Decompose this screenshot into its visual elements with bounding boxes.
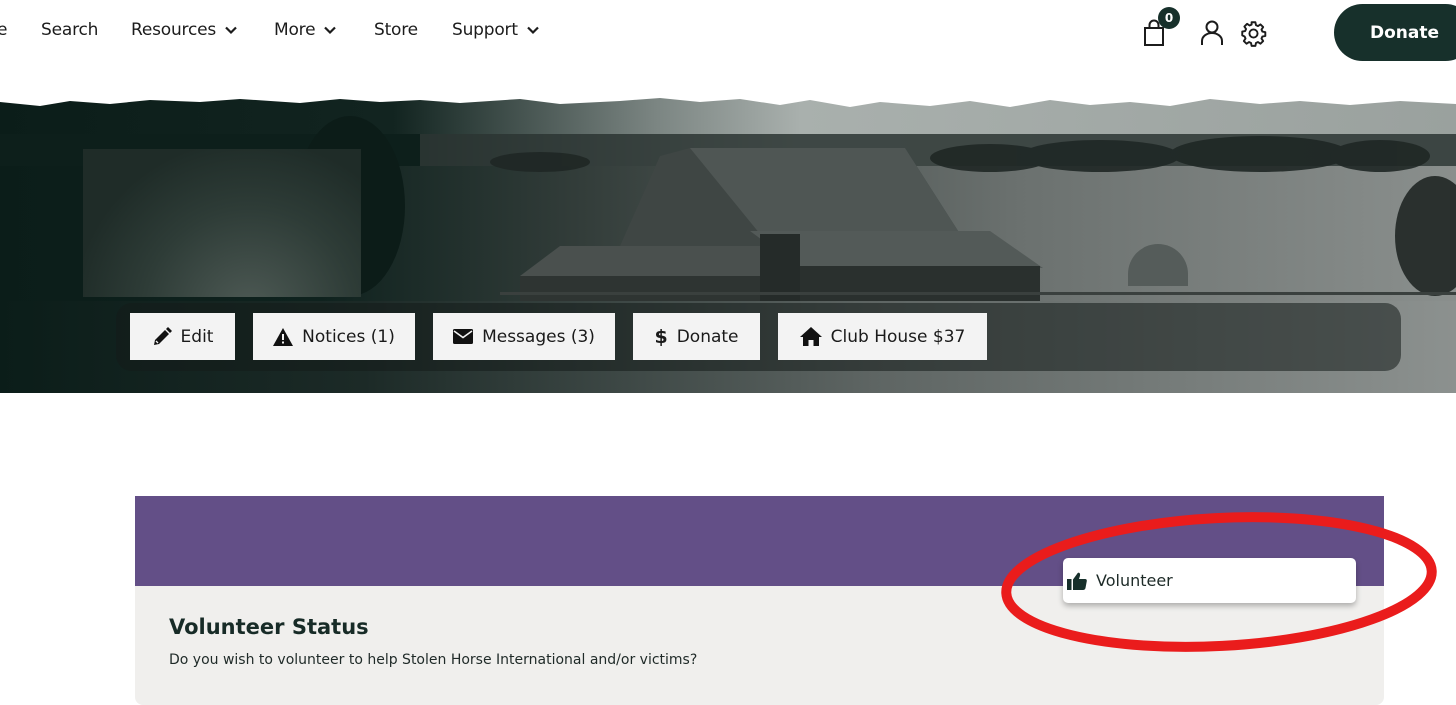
card-description: Do you wish to volunteer to help Stolen …	[169, 652, 698, 668]
nav-item-search[interactable]: Search	[41, 20, 98, 40]
nav-item-more[interactable]: More	[274, 20, 337, 40]
chevron-down-icon	[324, 26, 337, 35]
edit-profile-button[interactable]: Edit	[130, 313, 235, 360]
envelope-icon	[453, 329, 474, 344]
user-icon	[1201, 20, 1223, 45]
cart-count-badge: 0	[1158, 7, 1180, 29]
account-button[interactable]	[1199, 19, 1225, 51]
button-label: Club House $37	[830, 326, 966, 347]
nav-item-label: Store	[374, 20, 418, 40]
settings-button[interactable]	[1240, 20, 1267, 51]
nav-item-partial[interactable]: e	[0, 20, 7, 40]
nav-item-label: Search	[41, 20, 99, 40]
home-icon	[799, 327, 822, 346]
nav-item-support[interactable]: Support	[452, 20, 540, 40]
card-title: Volunteer Status	[169, 615, 369, 639]
nav-item-label: More	[274, 20, 316, 40]
dollar-icon: $	[654, 325, 668, 348]
warning-icon	[273, 327, 294, 346]
thumbs-up-icon	[1067, 572, 1087, 590]
volunteer-button[interactable]: Volunteer	[1063, 558, 1356, 603]
nav-item-label: e	[0, 20, 8, 40]
nav-item-label: Support	[452, 20, 518, 40]
button-label: Messages (3)	[482, 326, 595, 347]
donate-button[interactable]: Donate	[1334, 4, 1456, 61]
top-navigation: e Search Resources More Store Support 0 …	[0, 0, 1456, 66]
button-label: Edit	[180, 326, 214, 347]
notices-button[interactable]: Notices (1)	[253, 313, 415, 360]
nav-item-resources[interactable]: Resources	[131, 20, 238, 40]
nav-item-store[interactable]: Store	[374, 20, 418, 40]
messages-button[interactable]: Messages (3)	[433, 313, 615, 360]
nav-item-label: Resources	[131, 20, 217, 40]
club-house-button[interactable]: Club House $37	[778, 313, 987, 360]
button-label: Donate	[676, 326, 739, 347]
button-label: Notices (1)	[302, 326, 395, 347]
profile-photo-placeholder[interactable]	[83, 149, 361, 297]
pencil-icon	[153, 326, 172, 345]
chevron-down-icon	[527, 26, 539, 35]
button-label: Volunteer	[1096, 571, 1173, 590]
chevron-down-icon	[225, 26, 237, 35]
gear-icon	[1241, 21, 1267, 47]
donate-action-button[interactable]: $ Donate	[633, 313, 760, 360]
